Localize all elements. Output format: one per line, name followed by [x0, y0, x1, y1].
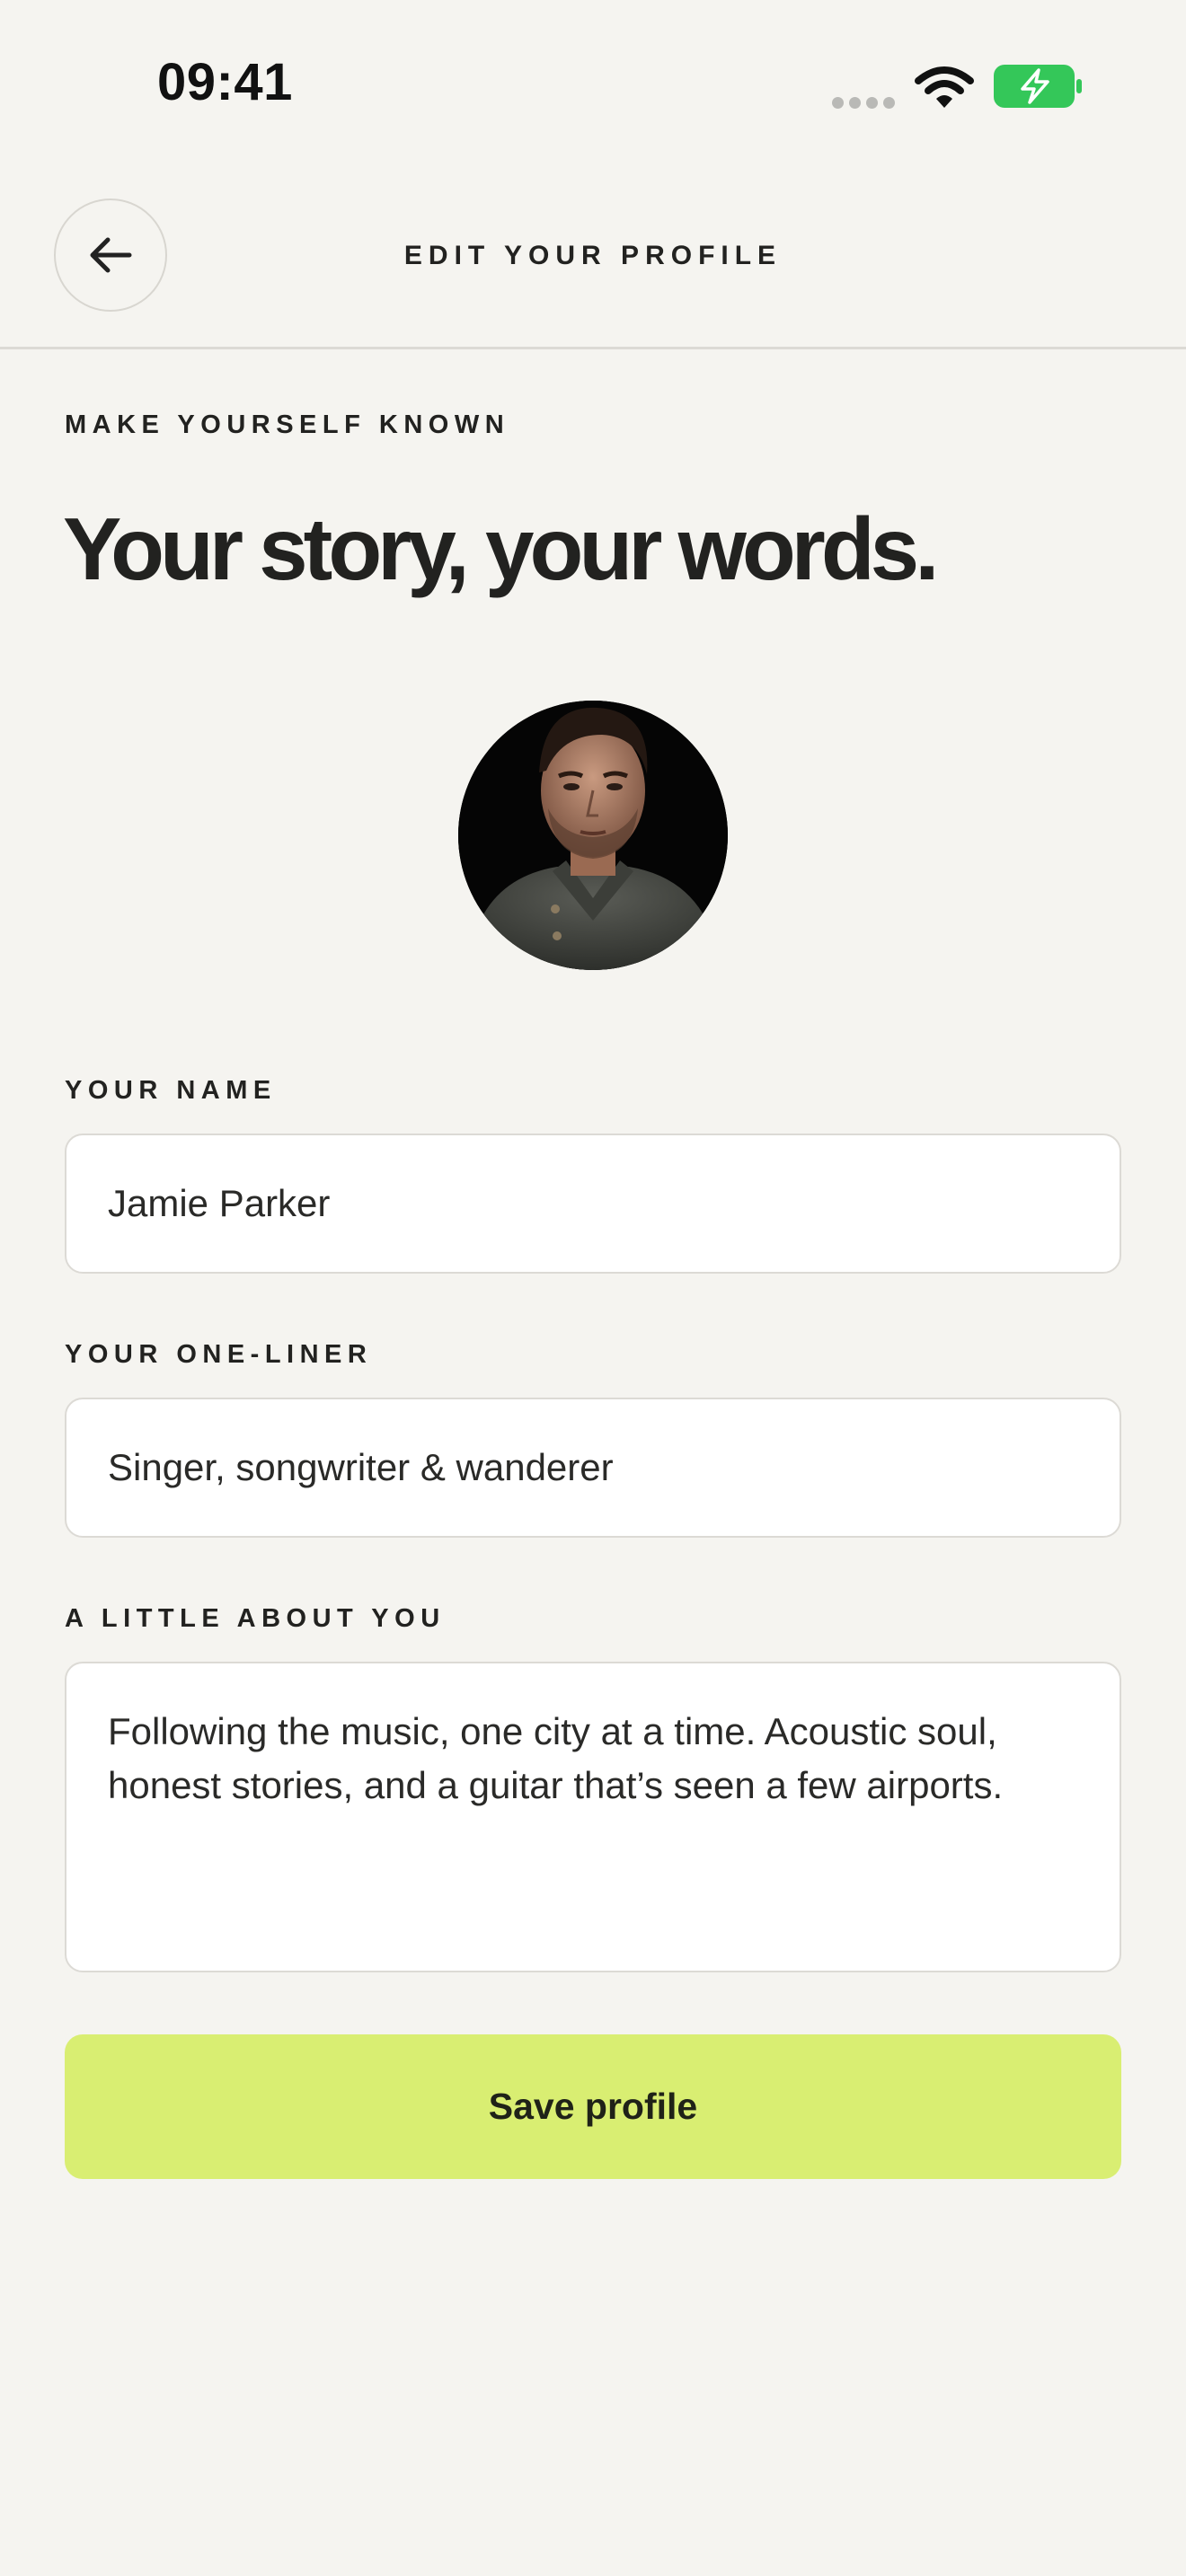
cellular-signal-icon: [832, 97, 895, 109]
battery-charging-icon: [994, 65, 1082, 108]
name-label: YOUR NAME: [65, 1076, 277, 1105]
avatar[interactable]: [458, 701, 728, 970]
one-liner-input[interactable]: Singer, songwriter & wanderer: [65, 1398, 1121, 1538]
section-eyebrow: MAKE YOURSELF KNOWN: [65, 410, 510, 439]
one-liner-label: YOUR ONE-LINER: [65, 1340, 373, 1369]
save-profile-button[interactable]: Save profile: [65, 2034, 1121, 2179]
page-title: EDIT YOUR PROFILE: [403, 241, 783, 270]
name-input[interactable]: Jamie Parker: [65, 1134, 1121, 1274]
profile-photo: [458, 701, 728, 970]
about-textarea[interactable]: Following the music, one city at a time.…: [65, 1662, 1121, 1972]
headline: Your story, your words.: [63, 499, 939, 598]
nav-bar: EDIT YOUR PROFILE: [0, 171, 1186, 349]
status-bar: 09:41: [0, 0, 1186, 171]
wifi-icon: [915, 66, 974, 108]
about-label: A LITTLE ABOUT YOU: [65, 1604, 446, 1633]
status-time: 09:41: [157, 53, 293, 111]
